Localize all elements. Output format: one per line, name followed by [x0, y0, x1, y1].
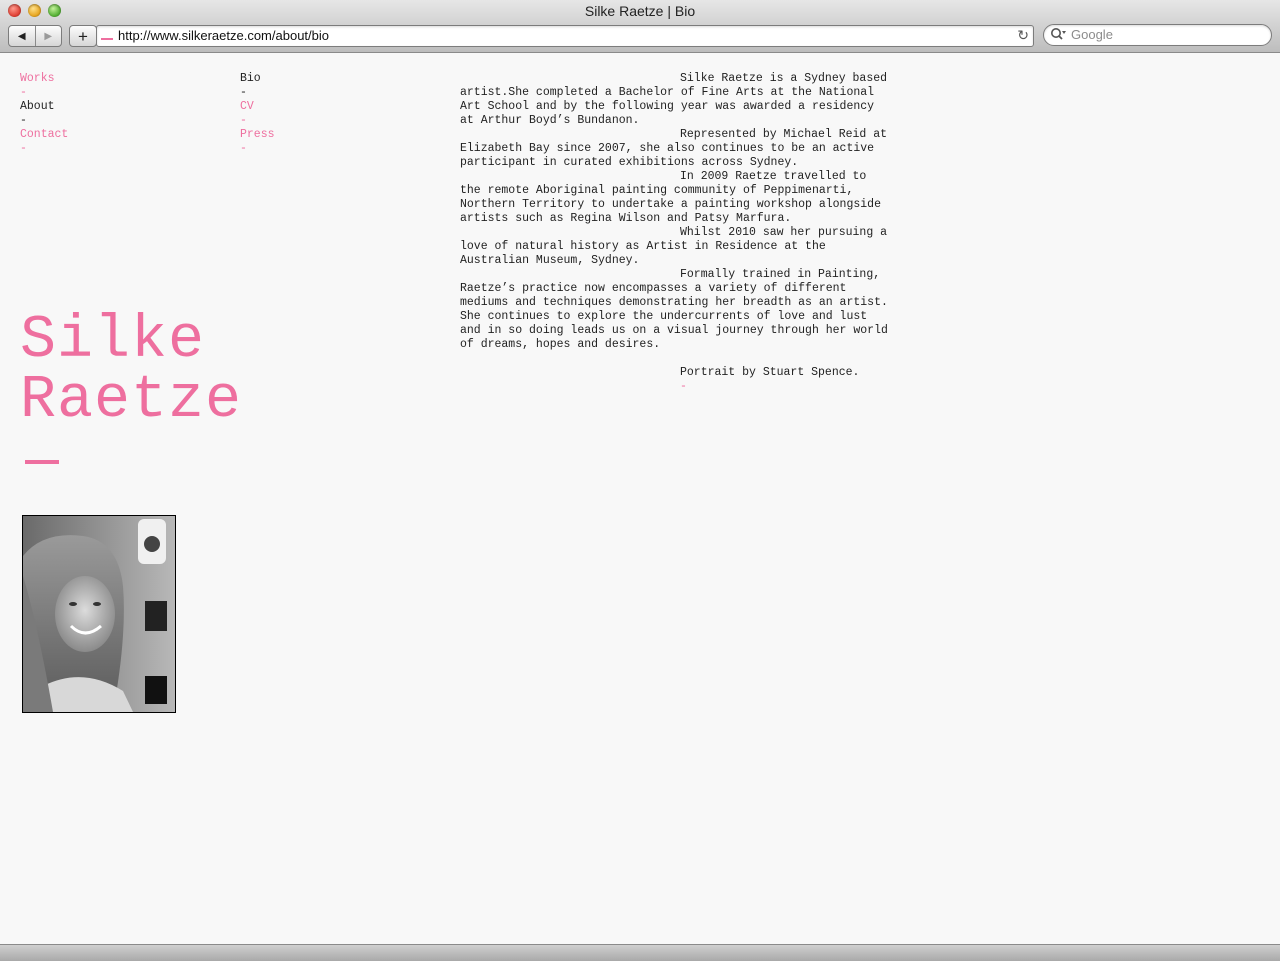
nav-link-cv[interactable]: CV — [240, 100, 275, 114]
reload-icon[interactable]: ↻ — [1017, 27, 1029, 44]
address-bar[interactable]: http://www.silkeraetze.com/about/bio ↻ — [96, 25, 1034, 47]
back-arrow-icon: ◀ — [17, 30, 26, 42]
back-button[interactable]: ◀ — [9, 26, 36, 46]
forward-arrow-icon: ▶ — [44, 30, 53, 42]
search-icon[interactable] — [1050, 27, 1066, 41]
nav-link-bio[interactable]: Bio — [240, 72, 275, 86]
bio-paragraph: Silke Raetze is a Sydney based artist.Sh… — [460, 72, 888, 127]
history-nav: ◀ ▶ — [8, 25, 62, 47]
url-text[interactable]: http://www.silkeraetze.com/about/bio — [118, 28, 329, 43]
nav-link-press[interactable]: Press — [240, 128, 275, 142]
nav-separator: - — [240, 142, 247, 155]
artist-name-heading: Silke Raetze — [20, 311, 242, 431]
status-bar — [0, 944, 1280, 961]
bio-paragraph: Formally trained in Painting, Raetze’s p… — [460, 268, 888, 351]
nav-separator: - — [240, 114, 247, 127]
bio-paragraph: Represented by Michael Reid at Elizabeth… — [460, 128, 888, 169]
bio-paragraph: Whilst 2010 saw her pursuing a love of n… — [460, 226, 888, 267]
artist-last-name: Raetze — [20, 367, 243, 435]
web-page: Works - About - Contact - Bio - CV - Pre… — [0, 53, 1280, 943]
artist-first-name: Silke — [20, 307, 206, 375]
portrait-credit: Portrait by Stuart Spence. — [680, 366, 860, 379]
nav-separator: - — [240, 86, 247, 99]
nav-separator: - — [20, 142, 27, 155]
nav-link-works[interactable]: Works — [20, 72, 68, 86]
add-bookmark-button[interactable]: + — [69, 25, 97, 47]
search-placeholder: Google — [1071, 27, 1113, 42]
bio-text: Silke Raetze is a Sydney based artist.Sh… — [460, 72, 890, 394]
nav-separator: - — [20, 114, 27, 127]
primary-nav: Works - About - Contact - — [20, 72, 68, 156]
heading-dash — [25, 460, 59, 464]
browser-toolbar: Silke Raetze | Bio ◀ ▶ + http://www.silk… — [0, 0, 1280, 53]
artist-portrait — [22, 515, 176, 713]
nav-link-contact[interactable]: Contact — [20, 128, 68, 142]
bio-paragraph: In 2009 Raetze travelled to the remote A… — [460, 170, 881, 225]
plus-icon: + — [78, 26, 88, 46]
forward-button[interactable]: ▶ — [36, 26, 62, 46]
search-field[interactable]: Google — [1043, 24, 1272, 46]
favicon-icon — [101, 38, 113, 40]
credit-dash: - — [680, 380, 687, 393]
secondary-nav: Bio - CV - Press - — [240, 72, 275, 156]
portrait-image — [23, 516, 175, 712]
window-title: Silke Raetze | Bio — [584, 3, 696, 19]
nav-link-about[interactable]: About — [20, 100, 68, 114]
nav-separator: - — [20, 86, 27, 99]
